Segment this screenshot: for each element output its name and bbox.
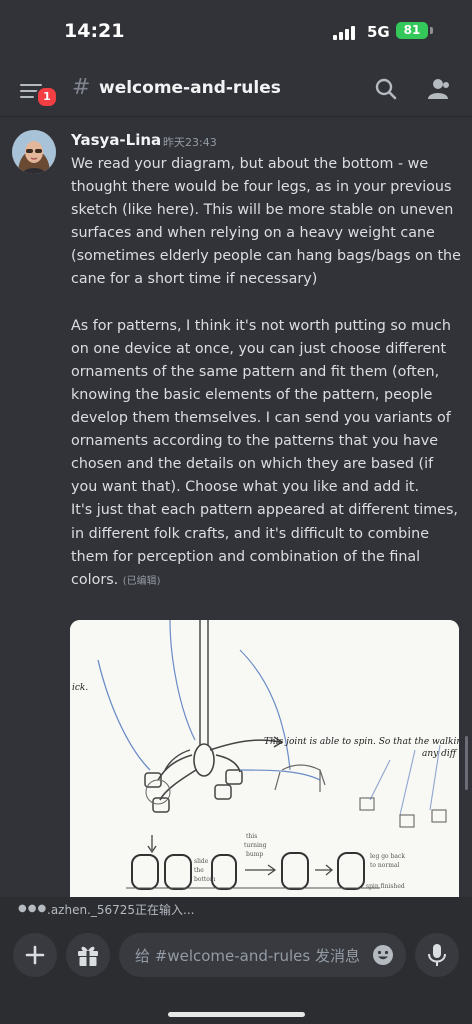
add-attachment-button[interactable] (13, 933, 57, 977)
message-content: We read your diagram, but about the bott… (71, 153, 463, 593)
gift-icon (78, 946, 98, 966)
status-time: 14:21 (64, 20, 125, 42)
sketch-note-bump: bump (246, 851, 263, 858)
sketch-note-turning: turning (244, 842, 267, 849)
typing-text: .azhen._56725正在输入... (47, 903, 195, 917)
sketch-note-left: ick. (72, 683, 88, 693)
status-bar: 14:21 5G 81 (0, 0, 472, 62)
hash-icon: # (72, 75, 91, 100)
sketch-note-joint-2: any diff (422, 749, 458, 759)
battery-icon: 81 (396, 22, 428, 39)
voice-message-button[interactable] (415, 933, 459, 977)
home-indicator[interactable] (168, 1012, 305, 1017)
search-button[interactable] (373, 76, 399, 102)
message-timestamp: 昨天23:43 (163, 136, 217, 149)
sketch-note-the: the (194, 867, 204, 874)
edited-label: (已编辑) (122, 575, 161, 587)
signal-icon (333, 26, 359, 40)
message-composer (0, 921, 472, 1024)
sketch-note-leg-back: leg go back (370, 853, 405, 860)
members-button[interactable] (426, 76, 452, 102)
sketch-note-slide: slide (194, 858, 209, 865)
network-type: 5G (367, 23, 390, 41)
notification-badge: 1 (36, 86, 58, 108)
gift-button[interactable] (66, 933, 110, 977)
typing-indicator: ●●● .azhen._56725正在输入... (0, 897, 472, 921)
search-icon (375, 78, 397, 100)
image-attachment[interactable]: This joint is able to spin. So that the … (70, 620, 459, 910)
plus-icon (25, 945, 45, 965)
emoji-icon[interactable] (372, 944, 394, 966)
sketch-image: This joint is able to spin. So that the … (70, 620, 459, 910)
message-input-box[interactable] (119, 933, 406, 979)
microphone-icon (428, 944, 446, 966)
sketch-note-joint: This joint is able to spin. So that the … (264, 737, 459, 747)
sketch-note-bottom: bottom (194, 876, 216, 883)
members-icon (428, 79, 449, 99)
sketch-note-normal: to normal (370, 862, 400, 869)
sketch-note-this: this (246, 833, 257, 840)
author-name[interactable]: Yasya-Lina (71, 131, 161, 149)
channel-header: 1 # welcome-and-rules (0, 62, 472, 117)
battery-tip (430, 27, 433, 34)
menu-icon (20, 84, 42, 86)
typing-dots-icon: ●●● (18, 903, 48, 914)
avatar-image (12, 130, 56, 174)
channel-title[interactable]: welcome-and-rules (99, 78, 281, 98)
message-input[interactable] (133, 933, 373, 979)
avatar[interactable] (12, 130, 56, 174)
scrollbar[interactable] (465, 736, 468, 790)
message-text: We read your diagram, but about the bott… (71, 156, 461, 588)
sketch-note-spin: spin finished (366, 883, 405, 890)
